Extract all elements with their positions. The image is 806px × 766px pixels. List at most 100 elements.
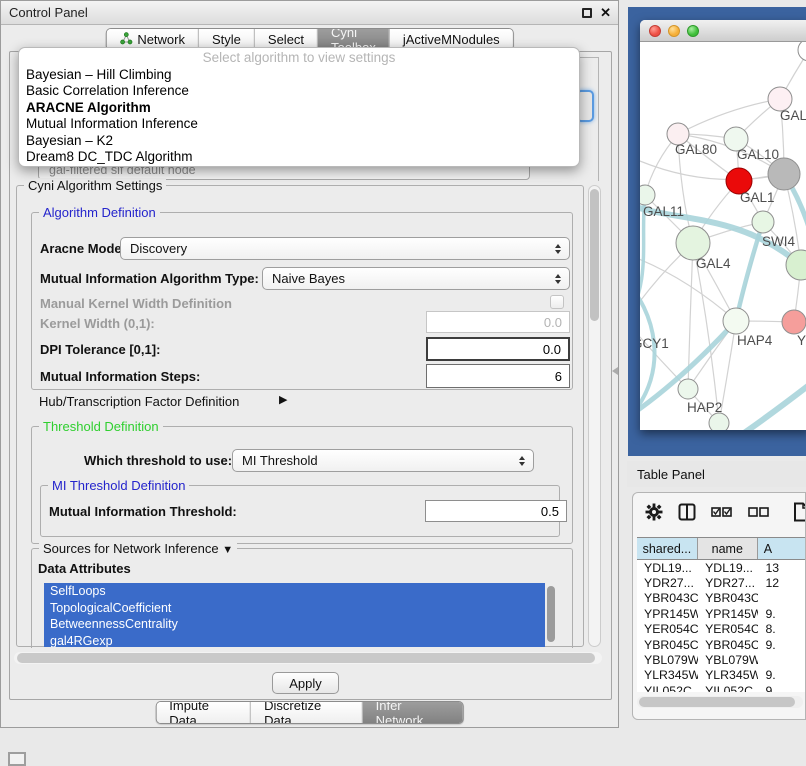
node-gal1[interactable] <box>752 211 774 233</box>
table-cell[interactable]: YLR345W <box>637 668 698 683</box>
table-row[interactable]: YBR045CYBR045C9. <box>637 637 806 652</box>
algorithm-option[interactable]: Basic Correlation Inference <box>19 83 579 99</box>
table-row[interactable]: YLR345WYLR345W9. <box>637 668 806 683</box>
column-header-clipped[interactable]: A <box>758 538 806 559</box>
node-salmon[interactable] <box>782 310 806 334</box>
tab-discretize-data[interactable]: Discretize Data <box>250 702 361 723</box>
table-cell[interactable]: YPR145W <box>637 606 698 621</box>
table-cell[interactable]: 9. <box>758 606 806 621</box>
close-traffic-light-icon[interactable] <box>649 25 661 37</box>
deselect-checkboxes-icon[interactable] <box>748 505 770 523</box>
algorithm-option[interactable]: Bayesian – Hill Climbing <box>19 67 579 83</box>
node-hap2[interactable] <box>678 379 698 399</box>
node-partial-top[interactable] <box>798 42 806 61</box>
table-cell[interactable] <box>758 652 806 667</box>
splitter-collapse-icon[interactable] <box>612 367 618 375</box>
minimize-traffic-light-icon[interactable] <box>668 25 680 37</box>
kernel-width-input[interactable]: 0.0 <box>426 311 570 333</box>
table-cell[interactable]: YBR043C <box>637 591 698 606</box>
apply-button[interactable]: Apply <box>272 672 339 694</box>
table-cell[interactable]: YBR045C <box>637 637 698 652</box>
network-canvas[interactable]: GALGAL80GAL10GAL1GAL11GAL4SWI4HAP4YGCY1H… <box>640 42 806 430</box>
minimized-panel-icon[interactable] <box>8 752 26 766</box>
network-edge-highlighted[interactable] <box>728 372 806 430</box>
data-attribute-item-selected[interactable]: gal4RGexp <box>44 633 545 648</box>
table-cell[interactable]: 9 <box>758 683 806 692</box>
column-header-shared-name[interactable]: shared... <box>637 538 698 559</box>
manual-kernel-width-checkbox[interactable] <box>550 295 564 309</box>
table-cell[interactable] <box>758 591 806 606</box>
table-row[interactable]: YBR043CYBR043C <box>637 591 806 606</box>
tab-impute-data[interactable]: Impute Data <box>156 702 250 723</box>
table-horizontal-scrollbar[interactable] <box>637 696 803 708</box>
table-cell[interactable]: YER054C <box>698 622 758 637</box>
settings-vertical-scrollbar-thumb[interactable] <box>590 189 599 321</box>
table-cell[interactable]: YDL19... <box>637 560 698 575</box>
table-cell[interactable]: YLR345W <box>698 668 758 683</box>
tab-label: Network <box>137 32 185 47</box>
table-cell[interactable]: 12 <box>758 575 806 590</box>
mi-threshold-input[interactable]: 0.5 <box>425 500 567 522</box>
table-cell[interactable]: YBR043C <box>698 591 758 606</box>
node-gal4-label: GAL4 <box>696 256 731 271</box>
split-columns-icon[interactable] <box>678 503 696 526</box>
table-cell[interactable]: YDR27... <box>637 575 698 590</box>
node-partial-bottom[interactable] <box>709 413 729 430</box>
table-cell[interactable]: YBR045C <box>698 637 758 652</box>
which-threshold-combobox[interactable]: MI Threshold <box>232 449 534 472</box>
attributes-scrollbar[interactable] <box>546 585 556 645</box>
node-gal11[interactable] <box>640 185 655 205</box>
mi-algorithm-type-combobox[interactable]: Naive Bayes <box>262 267 570 290</box>
data-attribute-item-selected[interactable]: TopologicalCoefficient <box>44 600 545 617</box>
table-cell[interactable]: YDR27... <box>698 575 758 590</box>
node-gal4[interactable] <box>676 226 710 260</box>
table-cell[interactable]: YER054C <box>637 622 698 637</box>
algorithm-option[interactable]: Mutual Information Inference <box>19 116 579 132</box>
aracne-mode-combobox[interactable]: Discovery <box>120 237 570 260</box>
dpi-tolerance-label: DPI Tolerance [0,1]: <box>40 342 160 357</box>
table-row[interactable]: YER054CYER054C8. <box>637 622 806 637</box>
tab-infer-network[interactable]: Infer Network <box>362 702 463 723</box>
close-icon[interactable]: ✕ <box>600 5 611 21</box>
table-row[interactable]: YBL079WYBL079W <box>637 652 806 667</box>
node-hap4[interactable] <box>723 308 749 334</box>
table-cell[interactable]: 9. <box>758 668 806 683</box>
table-row[interactable]: YDL19...YDL19...13 <box>637 560 806 575</box>
table-cell[interactable]: YIL052C <box>698 683 758 692</box>
zoom-traffic-light-icon[interactable] <box>687 25 699 37</box>
float-window-icon[interactable] <box>582 8 592 18</box>
expand-arrow-icon[interactable]: ▶ <box>279 393 287 406</box>
table-horizontal-scrollbar-thumb[interactable] <box>639 697 795 707</box>
algorithm-definition-title: Algorithm Definition <box>39 205 160 220</box>
dpi-tolerance-input[interactable]: 0.0 <box>426 337 570 361</box>
table-cell[interactable]: YDL19... <box>698 560 758 575</box>
data-attribute-item-selected[interactable]: SelfLoops <box>44 583 545 600</box>
algorithm-option[interactable]: Bayesian – K2 <box>19 133 579 149</box>
node-gray[interactable] <box>768 158 800 190</box>
network-window-titlebar[interactable] <box>640 20 806 42</box>
algorithm-option[interactable]: Dream8 DC_TDC Algorithm <box>19 149 579 165</box>
attributes-scrollbar-thumb[interactable] <box>547 586 555 642</box>
table-cell[interactable]: YBL079W <box>637 652 698 667</box>
gear-icon[interactable] <box>645 503 663 526</box>
settings-horizontal-scrollbar[interactable] <box>14 652 602 664</box>
mi-steps-input[interactable]: 6 <box>426 364 570 388</box>
table-cell[interactable]: 9. <box>758 637 806 652</box>
table-cell[interactable]: YPR145W <box>698 606 758 621</box>
table-cell[interactable]: YBL079W <box>698 652 758 667</box>
data-attributes-list[interactable]: SelfLoopsTopologicalCoefficientBetweenne… <box>44 583 556 647</box>
table-cell[interactable]: 8. <box>758 622 806 637</box>
table-row[interactable]: YPR145WYPR145W9. <box>637 606 806 621</box>
collapse-arrow-icon[interactable]: ▼ <box>222 544 233 556</box>
table-row[interactable]: YIL052CYIL052C9 <box>637 683 806 692</box>
settings-vertical-scrollbar[interactable] <box>588 185 601 647</box>
table-cell[interactable]: YIL052C <box>637 683 698 692</box>
new-table-icon[interactable] <box>793 502 806 527</box>
table-cell[interactable]: 13 <box>758 560 806 575</box>
table-row[interactable]: YDR27...YDR27...12 <box>637 575 806 590</box>
select-checkboxes-icon[interactable] <box>711 505 733 523</box>
data-attribute-item-selected[interactable]: BetweennessCentrality <box>44 616 545 633</box>
algorithm-option[interactable]: ARACNE Algorithm <box>19 100 579 116</box>
column-header-name[interactable]: name <box>698 538 758 559</box>
settings-horizontal-scrollbar-thumb[interactable] <box>17 653 595 663</box>
